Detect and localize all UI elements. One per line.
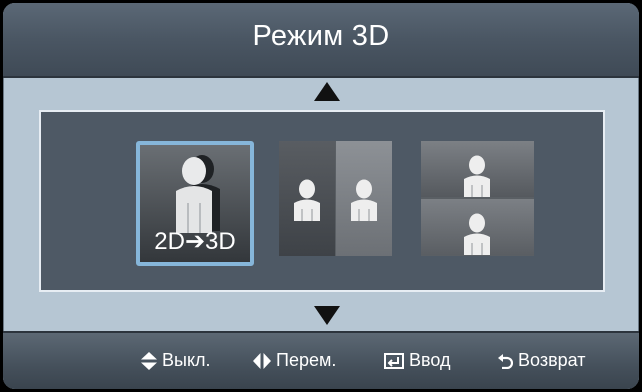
side-by-side-left-pane bbox=[279, 141, 335, 256]
person-icon bbox=[464, 155, 490, 197]
hint-enter-label: Ввод bbox=[409, 350, 451, 370]
top-bottom-bottom-pane bbox=[421, 199, 534, 255]
person-icon bbox=[464, 213, 490, 255]
hint-enter[interactable]: Ввод bbox=[384, 350, 450, 371]
mode-2d-to-3d-label: 2D➔3D bbox=[154, 228, 236, 255]
up-down-arrows-icon bbox=[141, 351, 157, 370]
person-icon bbox=[351, 179, 377, 221]
dialog-title: Режим 3D bbox=[252, 20, 390, 52]
mode-top-bottom-option[interactable] bbox=[421, 141, 534, 256]
scroll-down-arrow-icon[interactable] bbox=[314, 306, 340, 325]
person-icon bbox=[294, 179, 320, 221]
dialog-header: Режим 3D bbox=[3, 3, 639, 78]
hint-move[interactable]: Перем. bbox=[253, 350, 336, 371]
enter-icon bbox=[384, 352, 404, 369]
3d-mode-dialog: Режим 3D 2D➔3D Выкл. Перем. Ввод Возврат bbox=[3, 3, 639, 389]
mode-2d-to-3d-option[interactable]: 2D➔3D bbox=[136, 141, 254, 266]
side-by-side-right-pane bbox=[336, 141, 392, 256]
person-3d-icon bbox=[176, 155, 220, 233]
hint-off-label: Выкл. bbox=[162, 350, 211, 370]
left-right-arrows-icon bbox=[253, 352, 271, 369]
hint-return[interactable]: Возврат bbox=[497, 350, 586, 371]
mode-side-by-side-option[interactable] bbox=[279, 141, 392, 256]
hint-move-label: Перем. bbox=[276, 350, 337, 370]
mode-selector-panel: 2D➔3D bbox=[39, 110, 605, 292]
return-icon bbox=[498, 353, 513, 369]
top-bottom-top-pane bbox=[421, 141, 534, 197]
dialog-footer: Выкл. Перем. Ввод Возврат bbox=[3, 331, 639, 389]
scroll-up-arrow-icon[interactable] bbox=[314, 82, 340, 101]
hint-off[interactable]: Выкл. bbox=[141, 350, 211, 371]
hint-return-label: Возврат bbox=[518, 350, 586, 370]
